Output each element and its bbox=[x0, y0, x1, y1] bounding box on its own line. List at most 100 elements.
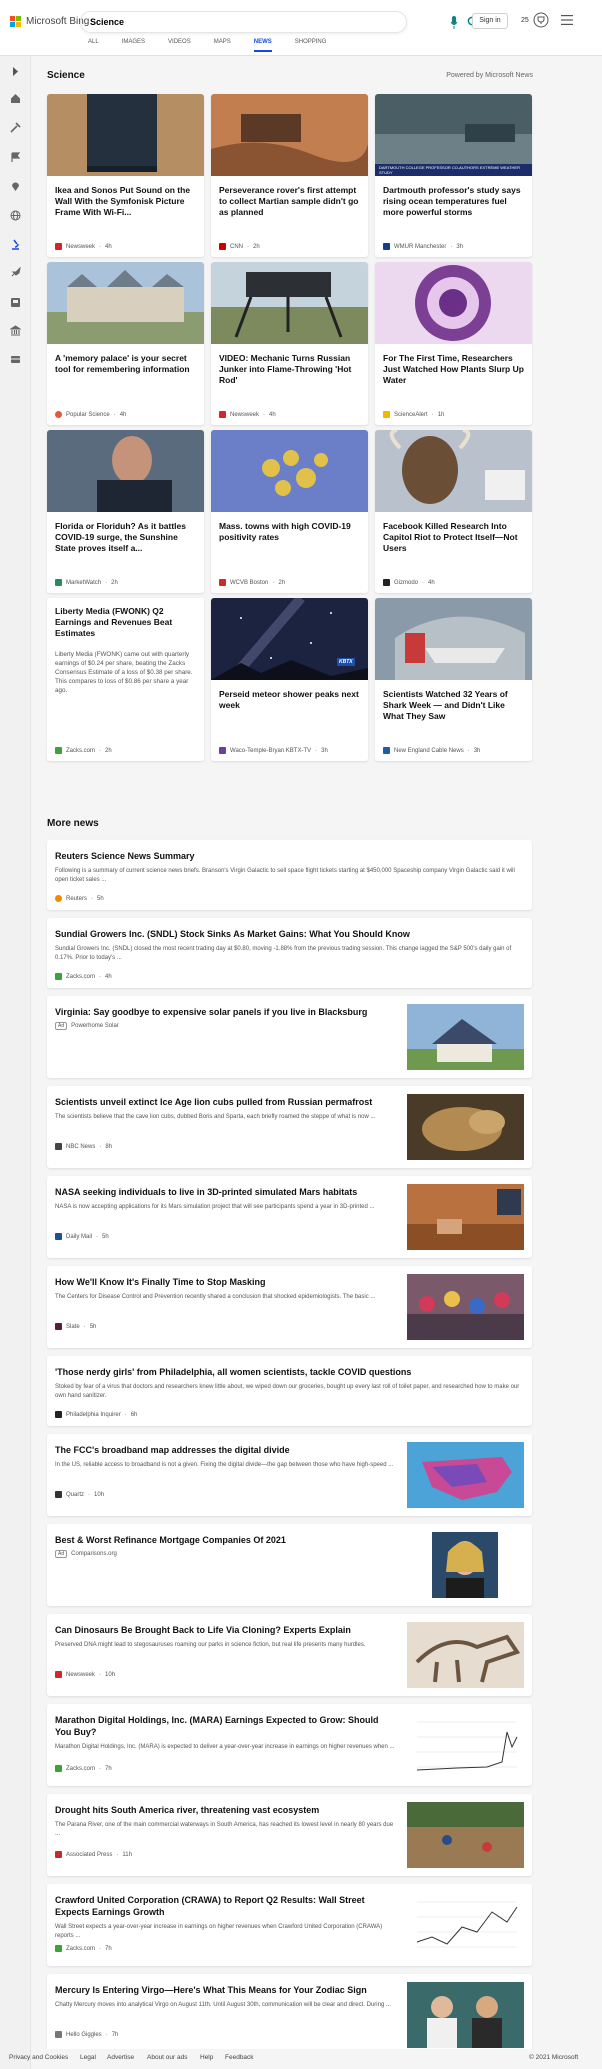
card-title[interactable]: For The First Time, Researchers Just Wat… bbox=[383, 353, 527, 386]
rewards-trophy-icon[interactable] bbox=[533, 12, 549, 28]
footer-link-about-ads[interactable]: About our ads bbox=[147, 2054, 187, 2061]
news-title[interactable]: NASA seeking individuals to live in 3D-p… bbox=[55, 1186, 395, 1198]
news-list-item[interactable]: Sundial Growers Inc. (SNDL) Stock Sinks … bbox=[47, 918, 532, 988]
news-title[interactable]: Crawford United Corporation (CRAWA) to R… bbox=[55, 1894, 395, 1918]
search-input[interactable] bbox=[90, 15, 360, 29]
card-title[interactable]: Liberty Media (FWONK) Q2 Earnings and Re… bbox=[55, 606, 199, 639]
rewards-count[interactable]: 25 bbox=[521, 17, 529, 24]
expand-arrow-icon[interactable] bbox=[10, 66, 21, 77]
card-title[interactable]: Perseid meteor shower peaks next week bbox=[219, 689, 363, 711]
marketwatch-logo-icon bbox=[55, 579, 62, 586]
tab-images[interactable]: IMAGES bbox=[122, 39, 145, 52]
news-summary: NASA is now accepting applications for i… bbox=[55, 1204, 375, 1210]
footer-link-privacy[interactable]: Privacy and Cookies bbox=[9, 2054, 68, 2061]
news-card[interactable]: KBTX Perseid meteor shower peaks next we… bbox=[211, 598, 368, 761]
card-title[interactable]: Ikea and Sonos Put Sound on the Wall Wit… bbox=[55, 185, 199, 218]
news-summary: The scientists believe that the cave lio… bbox=[55, 1114, 376, 1120]
rocket-icon[interactable] bbox=[10, 267, 21, 278]
news-list-item[interactable]: Crawford United Corporation (CRAWA) to R… bbox=[47, 1884, 532, 1966]
news-title[interactable]: Drought hits South America river, threat… bbox=[55, 1804, 395, 1816]
footer-link-legal[interactable]: Legal bbox=[80, 2054, 96, 2061]
card-summary: Liberty Media (FWONK) came out with quar… bbox=[55, 651, 193, 694]
bing-logo[interactable]: Microsoft Bing bbox=[10, 16, 89, 27]
news-list-item-ad[interactable]: Best & Worst Refinance Mortgage Companie… bbox=[47, 1524, 532, 1606]
news-card[interactable]: Liberty Media (FWONK) Q2 Earnings and Re… bbox=[47, 598, 204, 761]
hamburger-menu-icon[interactable] bbox=[561, 15, 573, 25]
entertainment-icon[interactable] bbox=[10, 297, 21, 308]
news-title[interactable]: Virginia: Say goodbye to expensive solar… bbox=[55, 1006, 395, 1018]
news-title[interactable]: Can Dinosaurs Be Brought Back to Life Vi… bbox=[55, 1624, 395, 1636]
news-list-item[interactable]: NASA seeking individuals to live in 3D-p… bbox=[47, 1176, 532, 1258]
news-list-item[interactable]: Mercury Is Entering Virgo—Here's What Th… bbox=[47, 1974, 532, 2056]
news-card[interactable]: DARTMOUTH COLLEGE PROFESSOR CO-AUTHORS E… bbox=[375, 94, 532, 257]
news-card[interactable]: VIDEO: Mechanic Turns Russian Junker int… bbox=[211, 262, 368, 425]
news-card[interactable]: Scientists Watched 32 Years of Shark Wee… bbox=[375, 598, 532, 761]
zacks-logo-icon bbox=[55, 1765, 62, 1772]
daily-mail-logo-icon bbox=[55, 1233, 62, 1240]
card-title[interactable]: Florida or Floriduh? As it battles COVID… bbox=[55, 521, 199, 554]
news-card[interactable]: Mass. towns with high COVID-19 positivit… bbox=[211, 430, 368, 593]
search-box[interactable] bbox=[80, 11, 479, 33]
card-source: MarketWatch · 2h bbox=[55, 579, 118, 586]
newsweek-logo-icon bbox=[55, 243, 62, 250]
card-title[interactable]: A 'memory palace' is your secret tool fo… bbox=[55, 353, 199, 375]
science-microscope-icon[interactable] bbox=[10, 239, 21, 250]
home-icon[interactable] bbox=[10, 93, 21, 104]
card-title[interactable]: Facebook Killed Research Into Capitol Ri… bbox=[383, 521, 527, 554]
news-list-item[interactable]: Scientists unveil extinct Ice Age lion c… bbox=[47, 1086, 532, 1168]
tab-maps[interactable]: MAPS bbox=[214, 39, 231, 52]
government-building-icon[interactable] bbox=[10, 325, 21, 336]
card-source: WCVB Boston · 2h bbox=[219, 579, 285, 586]
location-pin-icon[interactable] bbox=[10, 181, 21, 192]
news-title[interactable]: Marathon Digital Holdings, Inc. (MARA) E… bbox=[55, 1714, 395, 1738]
news-title[interactable]: 'Those nerdy girls' from Philadelphia, a… bbox=[55, 1366, 411, 1378]
news-card[interactable]: Florida or Floriduh? As it battles COVID… bbox=[47, 430, 204, 593]
footer-link-feedback[interactable]: Feedback bbox=[225, 2054, 254, 2061]
tools-icon[interactable] bbox=[10, 122, 21, 133]
tab-news[interactable]: NEWS bbox=[253, 39, 272, 52]
flag-icon[interactable] bbox=[10, 152, 21, 163]
news-title[interactable]: The FCC's broadband map addresses the di… bbox=[55, 1444, 395, 1456]
sciencealert-logo-icon bbox=[383, 411, 390, 418]
popular-science-logo-icon bbox=[55, 411, 62, 418]
news-list-item[interactable]: 'Those nerdy girls' from Philadelphia, a… bbox=[47, 1356, 532, 1426]
microphone-icon[interactable] bbox=[450, 16, 458, 29]
card-source: Zacks.com · 2h bbox=[55, 747, 112, 754]
news-list-item[interactable]: Marathon Digital Holdings, Inc. (MARA) E… bbox=[47, 1704, 532, 1786]
news-thumbnail bbox=[432, 1532, 498, 1598]
news-title[interactable]: Scientists unveil extinct Ice Age lion c… bbox=[55, 1096, 395, 1108]
tab-all[interactable]: ALL bbox=[88, 39, 99, 52]
news-title[interactable]: Sundial Growers Inc. (SNDL) Stock Sinks … bbox=[55, 928, 410, 940]
news-list-item[interactable]: Reuters Science News Summary Following i… bbox=[47, 840, 532, 910]
news-list-item[interactable]: The FCC's broadband map addresses the di… bbox=[47, 1434, 532, 1516]
news-title[interactable]: Best & Worst Refinance Mortgage Companie… bbox=[55, 1534, 395, 1546]
news-card[interactable]: Facebook Killed Research Into Capitol Ri… bbox=[375, 430, 532, 593]
news-title[interactable]: Reuters Science News Summary bbox=[55, 850, 195, 862]
news-thumbnail bbox=[407, 1712, 524, 1778]
sign-in-button[interactable]: Sign in bbox=[472, 13, 508, 29]
news-card[interactable]: For The First Time, Researchers Just Wat… bbox=[375, 262, 532, 425]
news-card[interactable]: Perseverance rover's first attempt to co… bbox=[211, 94, 368, 257]
news-title[interactable]: How We'll Know It's Finally Time to Stop… bbox=[55, 1276, 395, 1288]
wallet-icon[interactable] bbox=[10, 354, 21, 365]
news-list-item-ad[interactable]: Virginia: Say goodbye to expensive solar… bbox=[47, 996, 532, 1078]
card-title[interactable]: Dartmouth professor's study says rising … bbox=[383, 185, 527, 218]
card-title[interactable]: Scientists Watched 32 Years of Shark Wee… bbox=[383, 689, 527, 722]
news-title[interactable]: Mercury Is Entering Virgo—Here's What Th… bbox=[55, 1984, 395, 1996]
card-title[interactable]: Mass. towns with high COVID-19 positivit… bbox=[219, 521, 363, 543]
card-source: Popular Science · 4h bbox=[55, 411, 126, 418]
globe-icon[interactable] bbox=[10, 210, 21, 221]
news-list-item[interactable]: How We'll Know It's Finally Time to Stop… bbox=[47, 1266, 532, 1348]
news-source: Zacks.com · 7h bbox=[55, 1945, 112, 1952]
card-title[interactable]: VIDEO: Mechanic Turns Russian Junker int… bbox=[219, 353, 363, 386]
footer-link-help[interactable]: Help bbox=[200, 2054, 213, 2061]
news-card[interactable]: A 'memory palace' is your secret tool fo… bbox=[47, 262, 204, 425]
kbtx-logo-icon bbox=[219, 747, 226, 754]
tab-shopping[interactable]: SHOPPING bbox=[295, 39, 327, 52]
card-title[interactable]: Perseverance rover's first attempt to co… bbox=[219, 185, 363, 218]
news-list-item[interactable]: Drought hits South America river, threat… bbox=[47, 1794, 532, 1876]
tab-videos[interactable]: VIDEOS bbox=[168, 39, 191, 52]
news-list-item[interactable]: Can Dinosaurs Be Brought Back to Life Vi… bbox=[47, 1614, 532, 1696]
footer-link-advertise[interactable]: Advertise bbox=[107, 2054, 134, 2061]
news-card[interactable]: Ikea and Sonos Put Sound on the Wall Wit… bbox=[47, 94, 204, 257]
